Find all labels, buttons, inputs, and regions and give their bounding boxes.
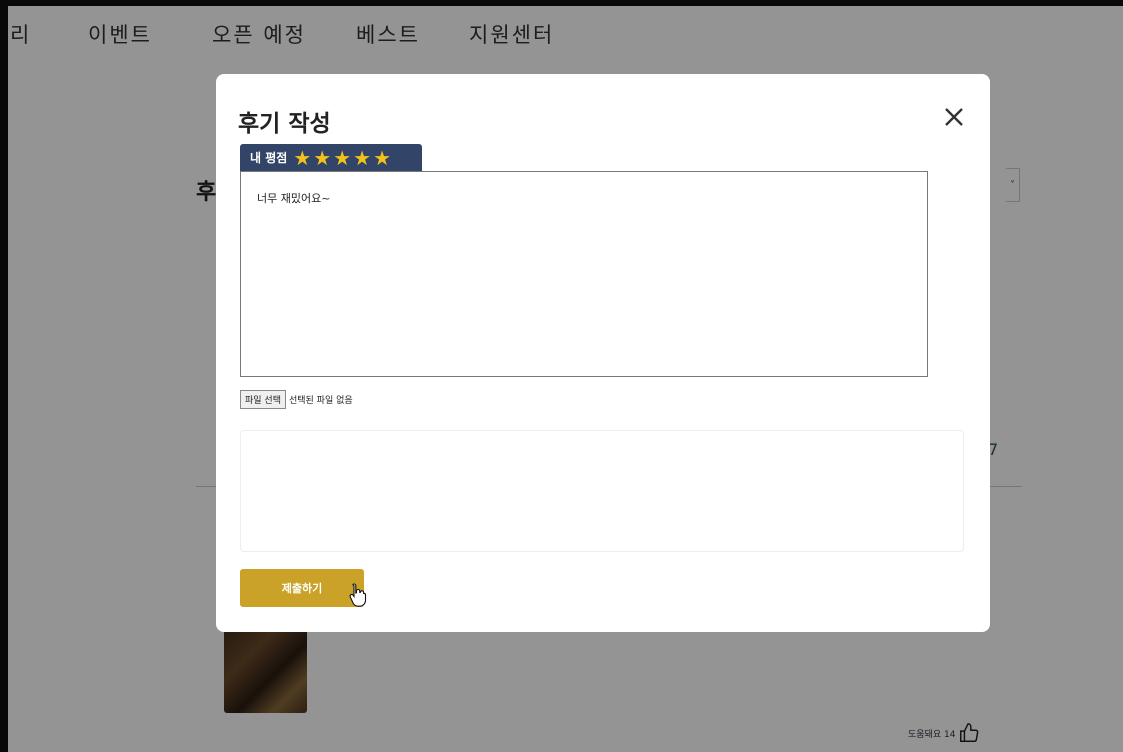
review-modal: 후기 작성 내 평점 ★ ★ ★ ★ ★ 너무 재밌어요~ 파일 선택 선택된 … bbox=[216, 74, 990, 632]
star-icon[interactable]: ★ bbox=[353, 148, 371, 168]
file-upload: 파일 선택 선택된 파일 없음 bbox=[240, 390, 353, 409]
modal-title: 후기 작성 bbox=[238, 111, 331, 137]
star-icon[interactable]: ★ bbox=[333, 148, 351, 168]
star-icon[interactable]: ★ bbox=[373, 148, 391, 168]
close-icon bbox=[945, 108, 963, 126]
close-button[interactable] bbox=[941, 104, 967, 130]
file-status: 선택된 파일 없음 bbox=[288, 396, 353, 406]
my-rating-bar: 내 평점 ★ ★ ★ ★ ★ bbox=[240, 144, 422, 171]
rating-stars[interactable]: ★ ★ ★ ★ ★ bbox=[293, 148, 391, 168]
star-icon[interactable]: ★ bbox=[313, 148, 331, 168]
image-preview-area bbox=[240, 430, 964, 552]
hand-pointer-icon bbox=[349, 583, 367, 607]
review-textarea[interactable]: 너무 재밌어요~ bbox=[240, 171, 928, 377]
star-icon[interactable]: ★ bbox=[293, 148, 311, 168]
my-rating-label: 내 평점 bbox=[250, 151, 288, 165]
submit-button[interactable]: 제출하기 bbox=[240, 569, 364, 607]
choose-file-button[interactable]: 파일 선택 bbox=[240, 390, 286, 409]
